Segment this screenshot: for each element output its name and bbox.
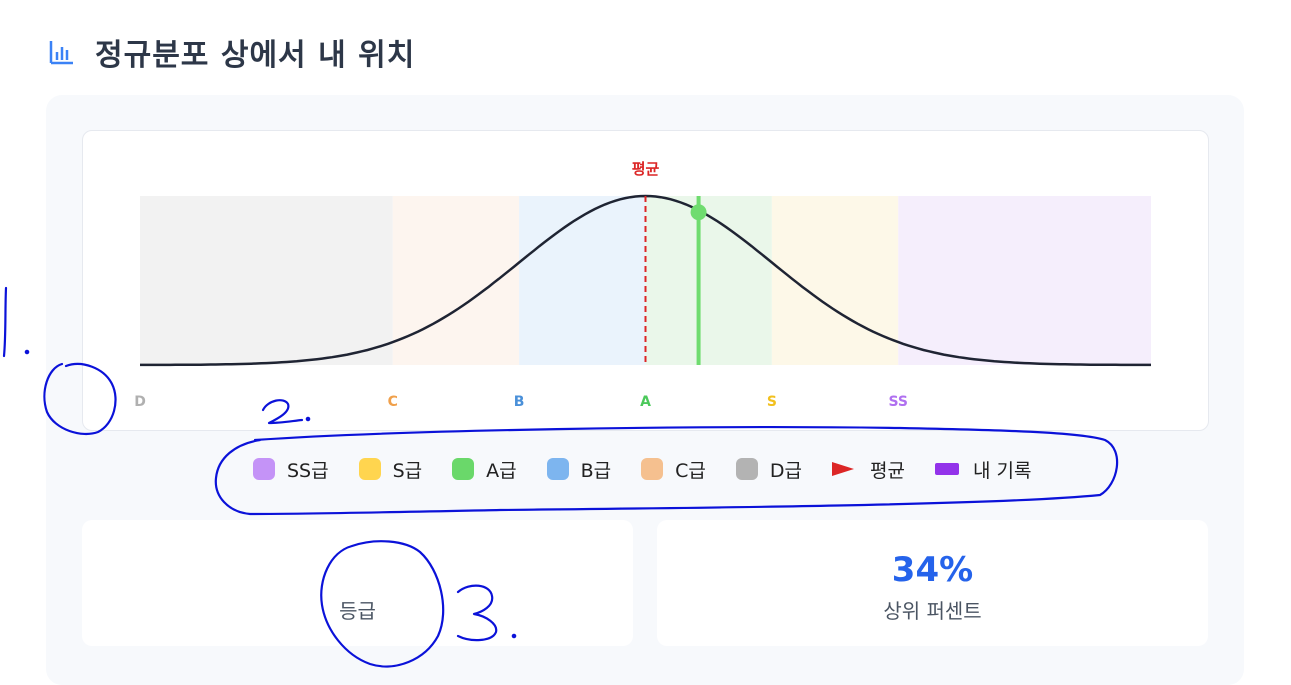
legend-swatch xyxy=(452,458,475,480)
legend-label: D급 xyxy=(769,459,803,482)
chart-legend: SS급 S급 A급 B급 C급 D급 평균 내 기록 xyxy=(253,456,1061,482)
legend-item: 내 기록 xyxy=(935,456,1031,483)
grade-card: 등급 xyxy=(82,520,633,646)
grade-label-d: D xyxy=(134,394,146,410)
section-header: 정규분포 상에서 내 위치 xyxy=(47,30,415,74)
legend-item: C급 xyxy=(641,456,706,483)
page-title: 정규분포 상에서 내 위치 xyxy=(95,38,416,73)
distribution-chart: D C B A S SS평균 xyxy=(134,160,1151,410)
grade-label-s: S xyxy=(767,394,777,410)
grade-band-c xyxy=(392,196,520,365)
legend-swatch xyxy=(935,463,959,475)
grade-band-b xyxy=(519,196,646,365)
distribution-chart-card: D C B A S SS 평균 xyxy=(82,130,1209,431)
legend-label: 평균 xyxy=(870,459,905,482)
grade-band-s xyxy=(771,196,899,365)
legend-item: SS급 xyxy=(253,456,329,483)
grade-label-a: A xyxy=(640,394,651,410)
percentile-card: 34% 상위 퍼센트 xyxy=(657,520,1208,646)
grade-band-ss xyxy=(898,196,1151,365)
grade-label-c: C xyxy=(388,394,398,410)
percentile-value: 34% xyxy=(891,550,974,590)
grade-label-b: B xyxy=(514,394,525,410)
legend-label: A급 xyxy=(486,459,517,482)
legend-label: B급 xyxy=(580,459,612,482)
annotation-mark-1 xyxy=(2,286,8,358)
annotation-dot-1 xyxy=(24,349,30,355)
legend-item: A급 xyxy=(452,456,517,483)
grade-band-d xyxy=(140,196,393,365)
grade-band-a xyxy=(645,196,772,365)
grade-label-ss: SS xyxy=(888,394,908,410)
legend-swatch xyxy=(735,458,758,480)
mean-label: 평균 xyxy=(632,160,660,178)
legend-item: 평균 xyxy=(832,456,905,483)
legend-swatch xyxy=(832,462,855,476)
legend-item: D급 xyxy=(735,456,803,483)
grade-label: 등급 xyxy=(339,599,376,623)
legend-swatch xyxy=(253,458,275,480)
percentile-label: 상위 퍼센트 xyxy=(883,599,982,623)
legend-label: SS급 xyxy=(287,459,329,482)
my-record-marker xyxy=(690,204,707,221)
legend-label: 내 기록 xyxy=(973,459,1032,482)
legend-item: B급 xyxy=(546,456,612,483)
legend-label: C급 xyxy=(675,459,706,482)
legend-swatch xyxy=(358,458,381,480)
legend-swatch xyxy=(546,458,569,480)
legend-swatch xyxy=(641,458,664,480)
bar-chart-icon xyxy=(49,41,73,65)
legend-item: S급 xyxy=(358,456,423,483)
legend-label: S급 xyxy=(392,459,423,482)
